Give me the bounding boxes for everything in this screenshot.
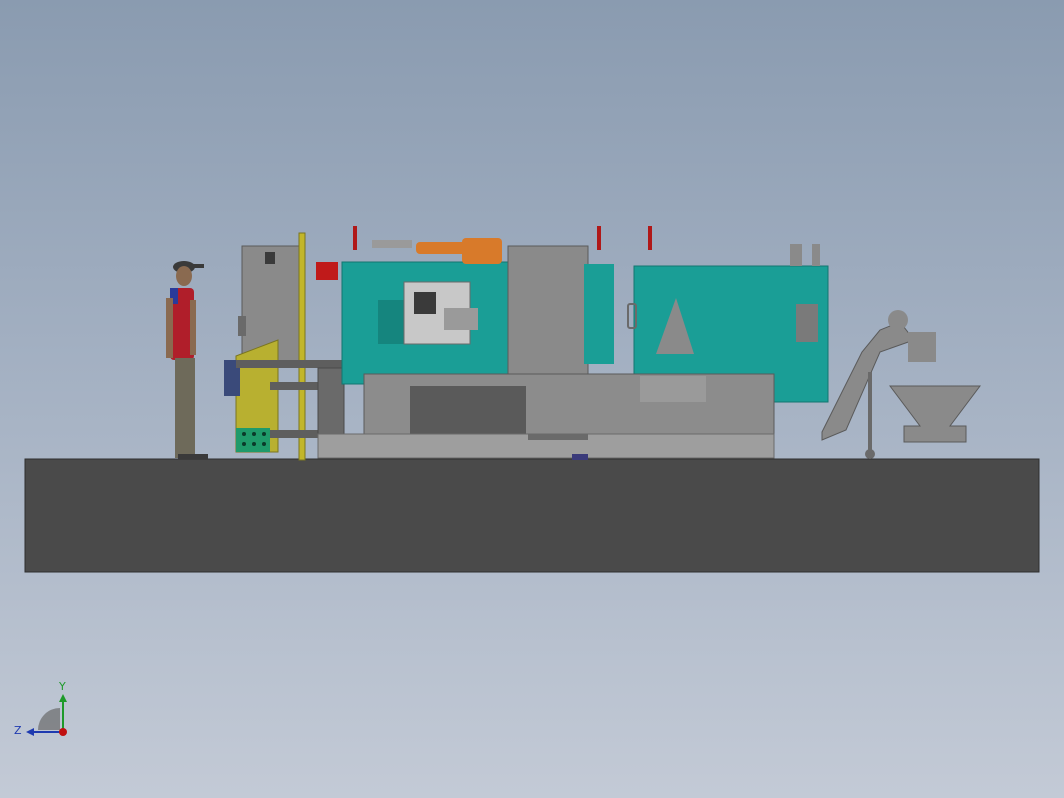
machine-base[interactable]	[317, 373, 775, 460]
y-axis-arrow-icon	[59, 694, 67, 702]
yellow-feeder-fixture[interactable]	[224, 339, 279, 453]
z-axis-label: Z	[14, 724, 22, 737]
z-axis-arrow-icon	[26, 728, 34, 736]
safety-pole[interactable]	[298, 232, 306, 461]
axis-triad: Y Z	[14, 680, 67, 737]
human-figure[interactable]	[166, 261, 208, 459]
cad-viewport[interactable]: Y Z	[0, 0, 1064, 798]
triad-arc-icon	[38, 708, 60, 730]
robot-arm[interactable]	[372, 238, 502, 264]
chip-hopper[interactable]	[889, 385, 981, 443]
floor-platform[interactable]	[24, 458, 1040, 573]
y-axis-label: Y	[58, 680, 66, 693]
assembly-scene[interactable]	[0, 0, 1064, 798]
x-axis-icon	[59, 728, 67, 736]
